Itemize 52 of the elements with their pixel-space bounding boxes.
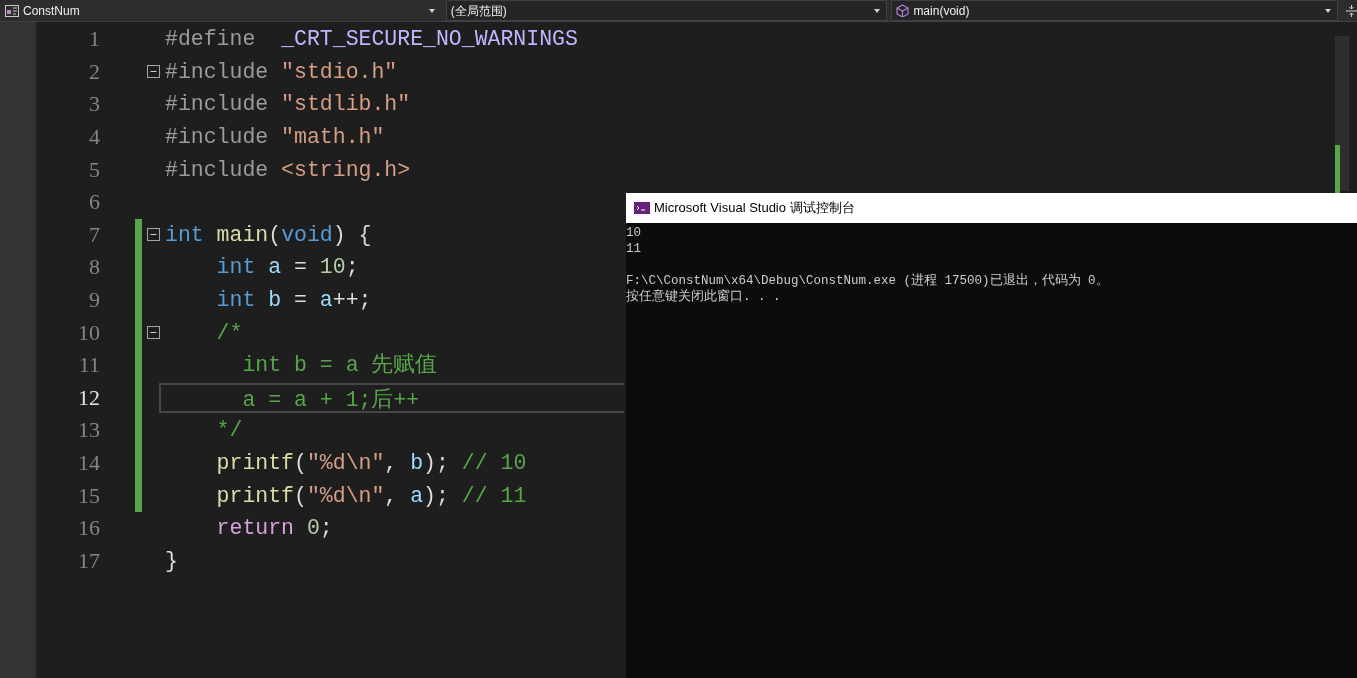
code-line: */ bbox=[215, 417, 243, 445]
line-number: 13 bbox=[77, 419, 100, 442]
line-number: 11 bbox=[77, 354, 100, 377]
collapse-icon[interactable] bbox=[147, 65, 160, 79]
line-number: 3 bbox=[88, 93, 100, 116]
code-line: int b = a 先赋值 bbox=[241, 352, 438, 380]
scrollbar[interactable] bbox=[1335, 36, 1349, 191]
line-number: 1 bbox=[88, 28, 100, 51]
line-number: 6 bbox=[88, 191, 100, 214]
collapse-icon[interactable] bbox=[147, 228, 160, 242]
caret-icon bbox=[428, 8, 435, 13]
code-line: } bbox=[164, 547, 178, 575]
project-icon bbox=[5, 4, 19, 17]
console-message: F:\C\ConstNum\x64\Debug\ConstNum.exe (进程 17500)已退出，代码为 0。 bbox=[626, 273, 1110, 289]
console-message: 按任意键关闭此窗口. . . bbox=[626, 289, 782, 305]
code-line: #define _CRT_SECURE_NO_WARNINGS bbox=[164, 26, 578, 54]
code-line: printf("%d\n", a); // 11 bbox=[215, 482, 527, 510]
code-line: #include "stdio.h" bbox=[164, 58, 398, 86]
code-line: #include "math.h" bbox=[164, 124, 385, 152]
line-number: 8 bbox=[88, 256, 100, 279]
code-line: #include <string.h> bbox=[164, 156, 411, 184]
code-line: printf("%d\n", b); // 10 bbox=[215, 450, 527, 477]
line-number: 17 bbox=[77, 549, 100, 572]
line-number: 9 bbox=[88, 289, 100, 312]
caret-icon bbox=[874, 8, 881, 13]
scope-dropdown[interactable]: (全局范围) bbox=[445, 0, 888, 21]
line-number: 7 bbox=[88, 223, 100, 246]
line-number: 15 bbox=[77, 484, 100, 507]
line-number: 4 bbox=[88, 126, 100, 149]
code-line: /* bbox=[215, 319, 243, 347]
code-line: int a = 10; bbox=[215, 254, 359, 282]
code-line: return 0; bbox=[215, 515, 333, 543]
caret-icon bbox=[1325, 8, 1332, 13]
scope-dropdown[interactable]: ConstNum bbox=[0, 0, 442, 21]
line-number: 5 bbox=[88, 158, 100, 181]
code-line: int main(void) { bbox=[164, 221, 372, 249]
console-output: 10 bbox=[626, 225, 642, 241]
code-line: a = a + 1;后++ bbox=[159, 382, 624, 413]
console-output: 11 bbox=[626, 241, 642, 257]
window-title: Microsoft Visual Studio 调试控制台 bbox=[654, 199, 855, 218]
collapse-icon[interactable] bbox=[147, 326, 160, 340]
line-number: 10 bbox=[77, 321, 100, 344]
line-number: 16 bbox=[77, 517, 100, 540]
scope-dropdown[interactable]: main(void) bbox=[891, 0, 1339, 21]
console-icon bbox=[634, 202, 650, 214]
line-number: 14 bbox=[77, 452, 100, 474]
split-icon[interactable] bbox=[1346, 4, 1357, 17]
line-number: 2 bbox=[88, 60, 100, 83]
code-line: int b = a++; bbox=[215, 287, 372, 315]
line-number: 12 bbox=[77, 386, 100, 409]
code-line: #include "stdlib.h" bbox=[164, 91, 411, 119]
cube-icon bbox=[896, 4, 910, 17]
